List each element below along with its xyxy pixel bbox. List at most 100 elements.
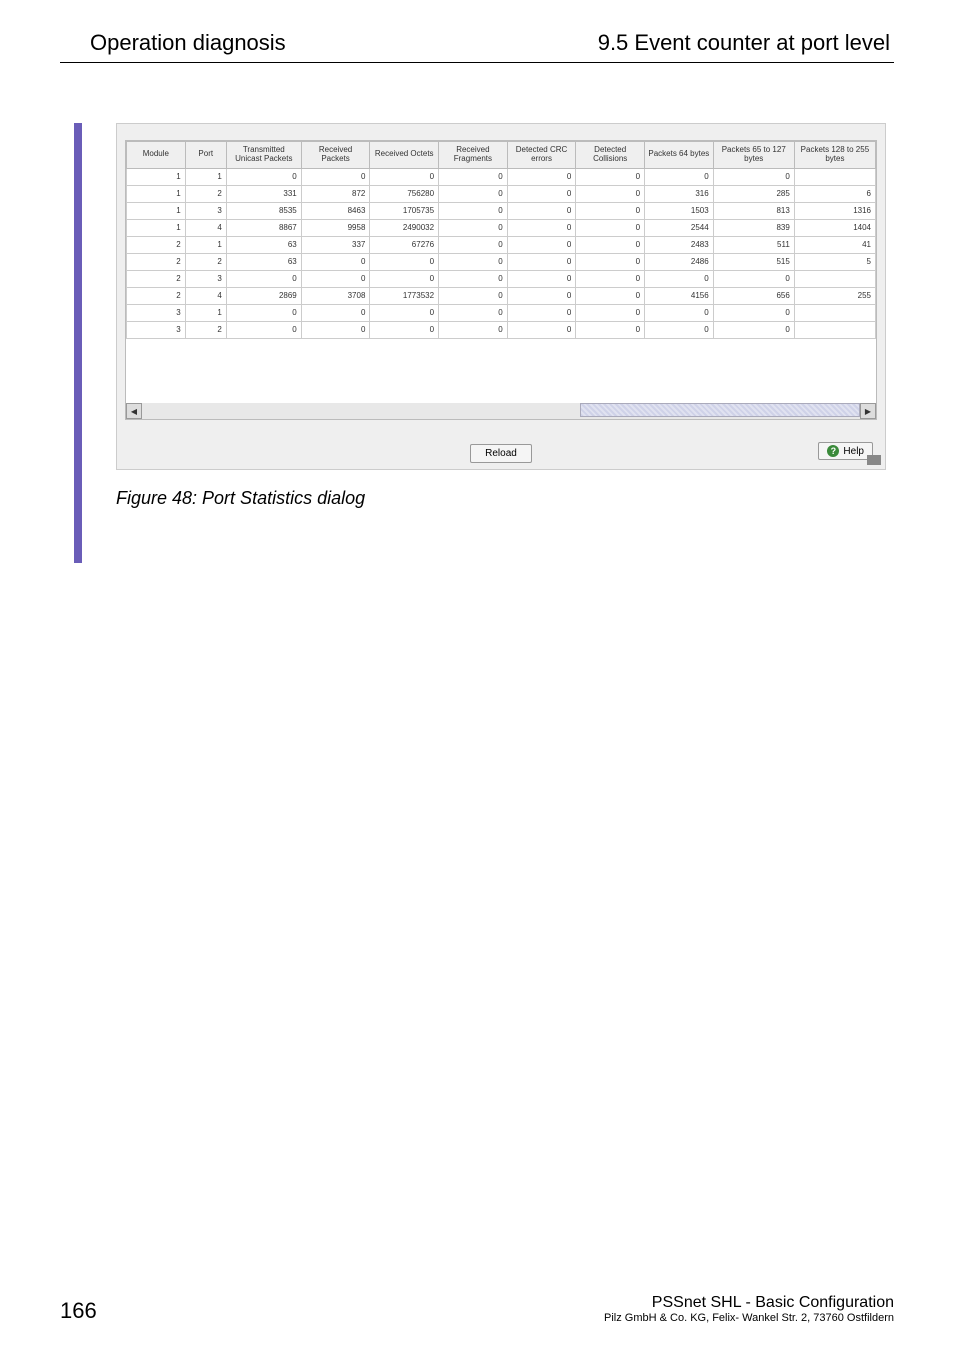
table-cell: 0 [576, 270, 645, 287]
help-button-label: Help [843, 446, 864, 457]
table-cell: 0 [576, 236, 645, 253]
col-header-module[interactable]: Module [127, 142, 186, 169]
table-cell [794, 270, 875, 287]
table-cell: 0 [439, 202, 508, 219]
col-header-received-packets[interactable]: Received Packets [301, 142, 370, 169]
table-cell: 0 [507, 321, 576, 338]
help-icon: ? [827, 445, 839, 457]
table-cell: 813 [713, 202, 794, 219]
col-header-crc-errors[interactable]: Detected CRC errors [507, 142, 576, 169]
col-header-packets-64[interactable]: Packets 64 bytes [645, 142, 714, 169]
table-row[interactable]: 2300000000 [127, 270, 876, 287]
table-cell: 1404 [794, 219, 875, 236]
table-cell [794, 321, 875, 338]
table-cell: 0 [713, 168, 794, 185]
table-cell [794, 304, 875, 321]
table-cell: 0 [301, 304, 370, 321]
table-cell: 0 [507, 219, 576, 236]
table-cell: 0 [507, 168, 576, 185]
col-header-transmitted-unicast-packets[interactable]: Transmitted Unicast Packets [226, 142, 301, 169]
scroll-right-arrow-icon[interactable]: ▶ [860, 403, 876, 419]
table-row[interactable]: 3100000000 [127, 304, 876, 321]
table-cell: 2 [127, 253, 186, 270]
table-cell: 0 [576, 168, 645, 185]
scroll-track[interactable] [142, 403, 860, 419]
table-cell: 2486 [645, 253, 714, 270]
resize-grip-icon[interactable] [867, 455, 881, 465]
footer-subtitle: Pilz GmbH & Co. KG, Felix- Wankel Str. 2… [604, 1312, 894, 1324]
table-cell: 872 [301, 185, 370, 202]
table-row[interactable]: 216333767276000248351141 [127, 236, 876, 253]
table-cell: 3708 [301, 287, 370, 304]
table-cell: 0 [370, 321, 439, 338]
col-header-received-fragments[interactable]: Received Fragments [439, 142, 508, 169]
table-cell: 3 [185, 270, 226, 287]
table-row[interactable]: 1385358463170573500015038131316 [127, 202, 876, 219]
help-button[interactable]: ? Help [818, 442, 873, 460]
table-cell: 0 [439, 253, 508, 270]
table-cell: 41 [794, 236, 875, 253]
table-cell: 8463 [301, 202, 370, 219]
table-cell: 0 [713, 304, 794, 321]
table-cell: 2 [127, 287, 186, 304]
table-cell: 63 [226, 253, 301, 270]
figure-caption: Figure 48: Port Statistics dialog [116, 488, 894, 509]
table-cell: 8867 [226, 219, 301, 236]
table-cell: 0 [439, 236, 508, 253]
table-cell: 0 [370, 304, 439, 321]
table-row[interactable]: 22630000024865155 [127, 253, 876, 270]
table-cell: 511 [713, 236, 794, 253]
table-cell: 0 [226, 168, 301, 185]
col-header-packets-65-127[interactable]: Packets 65 to 127 bytes [713, 142, 794, 169]
table-cell: 0 [576, 321, 645, 338]
table-cell: 9958 [301, 219, 370, 236]
scroll-thumb[interactable] [580, 403, 860, 417]
statistics-table: Module Port Transmitted Unicast Packets … [126, 141, 876, 339]
table-cell: 337 [301, 236, 370, 253]
table-row[interactable]: 123318727562800003162856 [127, 185, 876, 202]
scroll-left-arrow-icon[interactable]: ◀ [126, 403, 142, 419]
table-row[interactable]: 242869370817735320004156656255 [127, 287, 876, 304]
header-divider [60, 62, 894, 63]
table-cell: 2869 [226, 287, 301, 304]
table-cell: 0 [576, 185, 645, 202]
footer-title: PSSnet SHL - Basic Configuration [604, 1294, 894, 1312]
table-row[interactable]: 1488679958249003200025448391404 [127, 219, 876, 236]
table-cell: 0 [576, 304, 645, 321]
table-cell: 0 [301, 270, 370, 287]
table-cell: 2483 [645, 236, 714, 253]
table-cell: 0 [226, 321, 301, 338]
col-header-packets-128-255[interactable]: Packets 128 to 255 bytes [794, 142, 875, 169]
table-cell: 1705735 [370, 202, 439, 219]
col-header-received-octets[interactable]: Received Octets [370, 142, 439, 169]
table-cell: 1 [185, 168, 226, 185]
table-cell: 4156 [645, 287, 714, 304]
table-cell: 0 [507, 202, 576, 219]
table-cell: 515 [713, 253, 794, 270]
table-cell: 3 [127, 304, 186, 321]
table-cell: 0 [576, 202, 645, 219]
table-cell: 0 [439, 287, 508, 304]
table-cell: 1 [127, 202, 186, 219]
table-row[interactable]: 1100000000 [127, 168, 876, 185]
table-cell: 2 [185, 253, 226, 270]
table-cell: 4 [185, 287, 226, 304]
table-row[interactable]: 3200000000 [127, 321, 876, 338]
table-cell: 316 [645, 185, 714, 202]
table-cell: 2 [127, 270, 186, 287]
col-header-port[interactable]: Port [185, 142, 226, 169]
table-cell: 0 [439, 304, 508, 321]
reload-button[interactable]: Reload [470, 444, 532, 463]
table-cell: 1773532 [370, 287, 439, 304]
col-header-collisions[interactable]: Detected Collisions [576, 142, 645, 169]
table-cell: 2 [127, 236, 186, 253]
table-cell [794, 168, 875, 185]
table-cell: 756280 [370, 185, 439, 202]
table-cell: 0 [507, 253, 576, 270]
table-cell: 2544 [645, 219, 714, 236]
table-cell: 0 [713, 321, 794, 338]
table-cell: 656 [713, 287, 794, 304]
horizontal-scrollbar[interactable]: ◀ ▶ [126, 403, 876, 419]
table-cell: 0 [301, 253, 370, 270]
table-cell: 0 [507, 287, 576, 304]
